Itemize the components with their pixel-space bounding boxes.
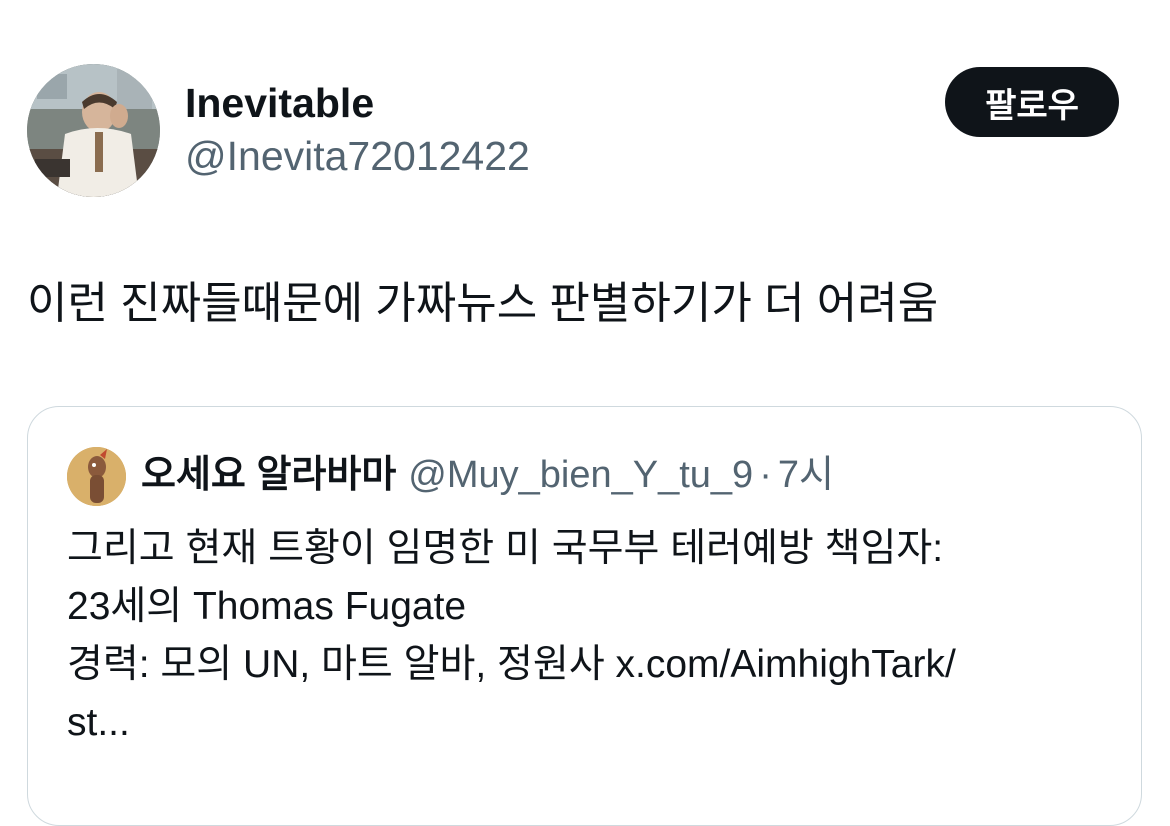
quote-text-line: 그리고 현재 트황이 임명한 미 국무부 테러예방 책임자: [67,527,944,570]
quote-timestamp[interactable]: 7시 [778,454,834,496]
tweet-text: 이런 진짜들때문에 가짜뉴스 판별하기가 더 어려움 [27,279,939,328]
quote-author-avatar[interactable] [67,447,126,506]
header-separator: · [759,454,772,496]
quote-text-line: st... [67,701,130,744]
quote-author-handle[interactable]: @Muy_bien_Y_tu_9 [408,454,753,496]
author-display-name[interactable]: Inevitable [185,79,374,127]
quote-header: 오세요 알라바마 @Muy_bien_Y_tu_9 · 7시 [141,452,834,498]
author-avatar[interactable] [27,64,160,197]
follow-button[interactable]: 팔로우 [945,67,1119,137]
quote-author-display-name[interactable]: 오세요 알라바마 [141,454,396,496]
quote-text-line: 23세의 Thomas Fugate [67,585,467,628]
avatar-photo-icon [27,64,160,197]
quoted-tweet-card[interactable]: 오세요 알라바마 @Muy_bien_Y_tu_9 · 7시 그리고 현재 트황이 임… [27,406,1142,826]
author-handle[interactable]: @Inevita72012422 [185,132,530,180]
quote-text: 그리고 현재 트황이 임명한 미 국무부 테러예방 책임자: 23세의 Thom… [67,520,1117,752]
quote-text-line: 경력: 모의 UN, 마트 알바, 정원사 x.com/AimhighTark/ [67,643,956,686]
avatar-illustration-icon [67,447,126,506]
